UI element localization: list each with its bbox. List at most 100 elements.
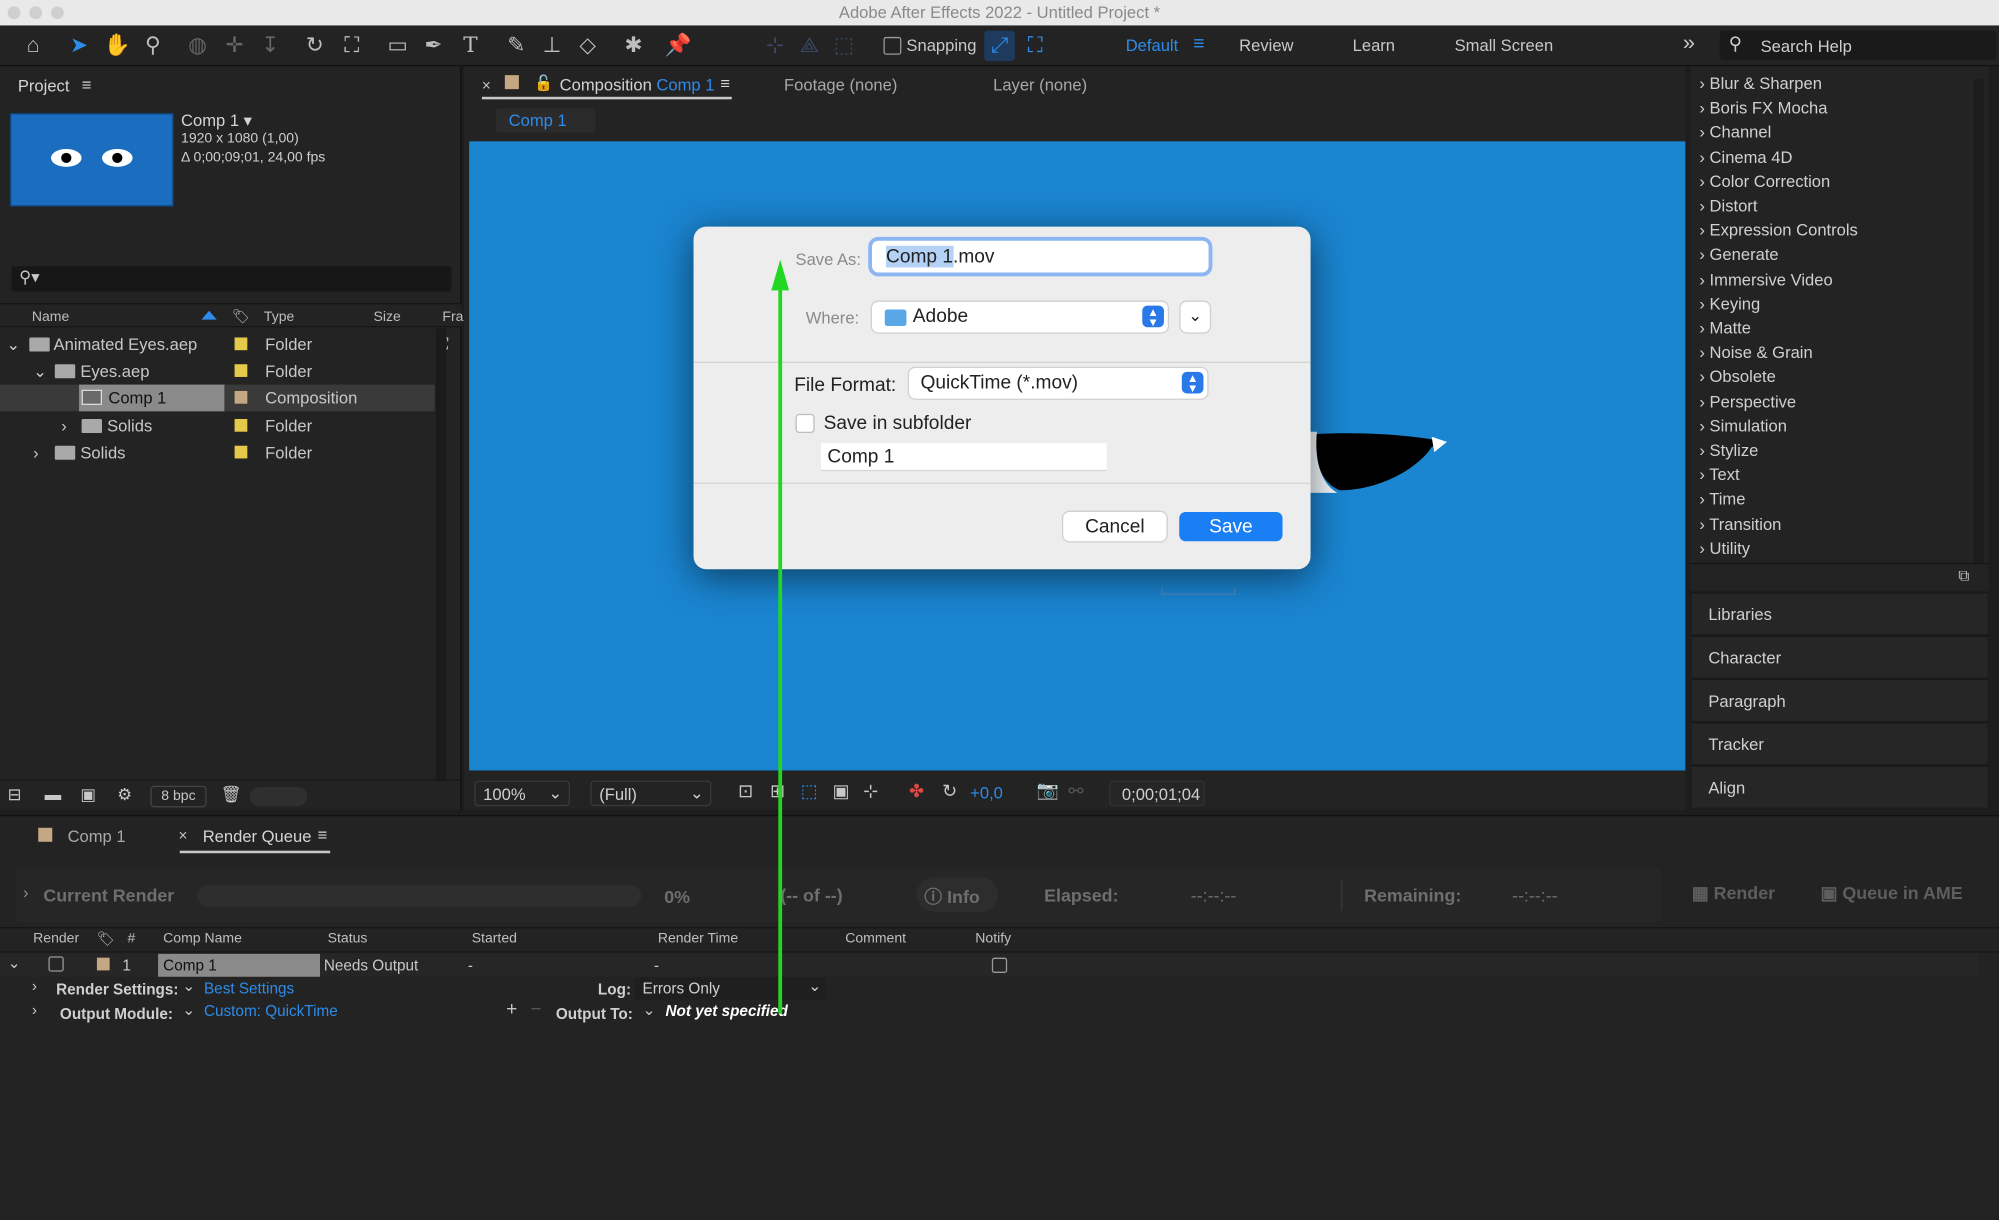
side-panel-tab[interactable]: Character [1691, 635, 1988, 678]
workspace-review[interactable]: Review [1239, 36, 1293, 55]
effect-category[interactable]: › Expression Controls [1699, 221, 1857, 240]
close-tab-icon[interactable]: × [482, 76, 491, 94]
orbit-camera-icon[interactable]: ◍ [182, 31, 213, 62]
snap-edges-icon[interactable]: ⤢ [984, 30, 1015, 62]
effect-category[interactable]: › Cinema 4D [1699, 147, 1792, 166]
project-item-eyes[interactable]: ⌄ Eyes.aep Folder [0, 358, 436, 385]
home-icon[interactable]: ⌂ [18, 31, 49, 62]
effect-category[interactable]: › Distort [1699, 196, 1757, 215]
project-scrollbar[interactable] [436, 328, 447, 781]
close-tab-icon[interactable]: × [178, 826, 187, 844]
type-tool-icon[interactable]: T [455, 31, 486, 62]
render-queue-item[interactable]: ⌄ 1 Comp 1 Needs Output - - [0, 953, 1979, 977]
new-folder-icon[interactable]: ▬ [45, 784, 62, 803]
expand-chevron-icon[interactable]: ⌄ [6, 331, 20, 358]
effect-category[interactable]: › Keying [1699, 294, 1760, 313]
log-dropdown[interactable]: Errors Only ⌄ [634, 976, 827, 1000]
output-module-chevron-icon[interactable]: ⌄ [182, 1001, 195, 1019]
thumbnail-slider[interactable] [249, 787, 308, 807]
project-item-solids-inner[interactable]: › Solids Folder [0, 413, 436, 440]
col-notify[interactable]: Notify [975, 931, 1011, 946]
puppet-pin-tool-icon[interactable]: 📌 [663, 31, 694, 62]
bit-depth-button[interactable]: 8 bpc [150, 785, 207, 808]
column-name[interactable]: Name [32, 309, 69, 324]
view-axis-icon[interactable]: ⬚ [829, 31, 860, 62]
save-button[interactable]: Save [1179, 511, 1283, 542]
effect-category[interactable]: › Transition [1699, 514, 1781, 533]
trash-icon[interactable]: 🗑 [221, 784, 242, 804]
info-button[interactable]: ⓘ Info [916, 877, 999, 912]
project-item-comp-1[interactable]: Comp 1 Composition [0, 384, 435, 412]
expand-chevron-icon[interactable]: › [23, 883, 29, 902]
effect-category[interactable]: › Boris FX Mocha [1699, 98, 1827, 117]
interpret-footage-icon[interactable]: ⊟ [8, 784, 22, 804]
col-render-time[interactable]: Render Time [658, 931, 738, 946]
resolution-dropdown[interactable]: (Full) ⌄ [590, 780, 712, 807]
pan-camera-icon[interactable]: ✛ [219, 31, 250, 62]
notify-checkbox[interactable] [991, 957, 1008, 973]
effect-category[interactable]: › Generate [1699, 245, 1778, 264]
sort-ascending-icon[interactable] [201, 310, 217, 320]
color-channels-icon[interactable]: ✤ [909, 781, 924, 803]
reset-exposure-icon[interactable]: ↻ [942, 781, 957, 803]
effect-category[interactable]: › Immersive Video [1699, 269, 1832, 288]
side-panel-tab[interactable]: Tracker [1691, 722, 1988, 765]
zoom-window-button[interactable] [50, 6, 64, 20]
effect-category[interactable]: › Perspective [1699, 392, 1796, 411]
effect-category[interactable]: › Time [1699, 490, 1745, 509]
col-comp-name[interactable]: Comp Name [163, 931, 242, 946]
snapping-checkbox[interactable] [883, 36, 902, 55]
exposure-value[interactable]: +0,0 [970, 783, 1003, 802]
expand-chevron-icon[interactable]: ⌄ [8, 954, 21, 972]
col-comment[interactable]: Comment [845, 931, 906, 946]
dolly-camera-icon[interactable]: ↧ [255, 31, 286, 62]
effect-category[interactable]: › Blur & Sharpen [1699, 74, 1822, 93]
expand-dialog-button[interactable]: ⌄ [1180, 301, 1210, 333]
col-number[interactable]: # [127, 931, 135, 946]
effects-scrollbar[interactable] [1973, 78, 1984, 563]
tab-comp-1[interactable]: Comp 1 [68, 826, 126, 845]
rectangle-tool-icon[interactable]: ▭ [382, 31, 413, 62]
item-comp-name[interactable]: Comp 1 [158, 953, 320, 977]
expand-output-module-icon[interactable]: › [32, 1001, 37, 1019]
cancel-button[interactable]: Cancel [1063, 511, 1167, 542]
workspace-learn[interactable]: Learn [1353, 36, 1395, 55]
side-panel-tab[interactable]: Align [1691, 765, 1988, 808]
new-composition-icon[interactable]: ▣ [80, 784, 96, 804]
effect-category[interactable]: › Simulation [1699, 416, 1787, 435]
close-window-button[interactable] [7, 6, 21, 20]
zoom-tool-icon[interactable]: ⚲ [138, 31, 169, 62]
region-of-interest-icon[interactable]: ▣ [832, 781, 849, 803]
col-status[interactable]: Status [328, 931, 368, 946]
column-frame[interactable]: Fra [442, 309, 463, 324]
comp-info-name[interactable]: Comp 1 ▾ [181, 111, 252, 131]
tab-composition[interactable]: Composition Comp 1 [560, 75, 715, 94]
col-render[interactable]: Render [33, 931, 79, 946]
clone-stamp-tool-icon[interactable]: ⊥ [537, 31, 568, 62]
effect-category[interactable]: › Stylize [1699, 441, 1758, 460]
current-time-display[interactable]: 0;00;01;04 [1109, 780, 1205, 807]
show-snapshot-icon[interactable]: ⚯ [1068, 781, 1083, 803]
eraser-tool-icon[interactable]: ◇ [572, 31, 603, 62]
column-size[interactable]: Size [374, 309, 401, 324]
project-search-input[interactable]: ⚲▾ [11, 266, 452, 292]
new-preset-icon[interactable]: ⧉ [1958, 567, 1969, 586]
output-module-link[interactable]: Custom: QuickTime [204, 1002, 338, 1020]
tab-menu-icon[interactable]: ≡ [720, 74, 730, 93]
render-settings-link[interactable]: Best Settings [204, 979, 294, 997]
tab-menu-icon[interactable]: ≡ [317, 825, 327, 844]
pen-tool-icon[interactable]: ✒ [418, 31, 449, 62]
tab-footage[interactable]: Footage (none) [784, 75, 897, 94]
expand-render-settings-icon[interactable]: › [32, 977, 37, 995]
collapse-chevron-icon[interactable]: › [61, 413, 67, 440]
mask-visibility-icon[interactable]: ⬚ [801, 781, 818, 803]
project-panel-menu-icon[interactable]: ≡ [82, 75, 92, 94]
comp-breadcrumb[interactable]: Comp 1 [495, 108, 596, 133]
world-axis-icon[interactable]: ⟁ [794, 31, 825, 62]
workspace-menu-icon[interactable]: ≡ [1193, 33, 1204, 55]
render-checkbox[interactable] [48, 956, 64, 972]
rotation-tool-icon[interactable]: ↻ [300, 31, 331, 62]
save-in-subfolder-checkbox[interactable] [795, 413, 815, 433]
effect-category[interactable]: › Text [1699, 465, 1739, 484]
effect-category[interactable]: › Noise & Grain [1699, 343, 1812, 362]
